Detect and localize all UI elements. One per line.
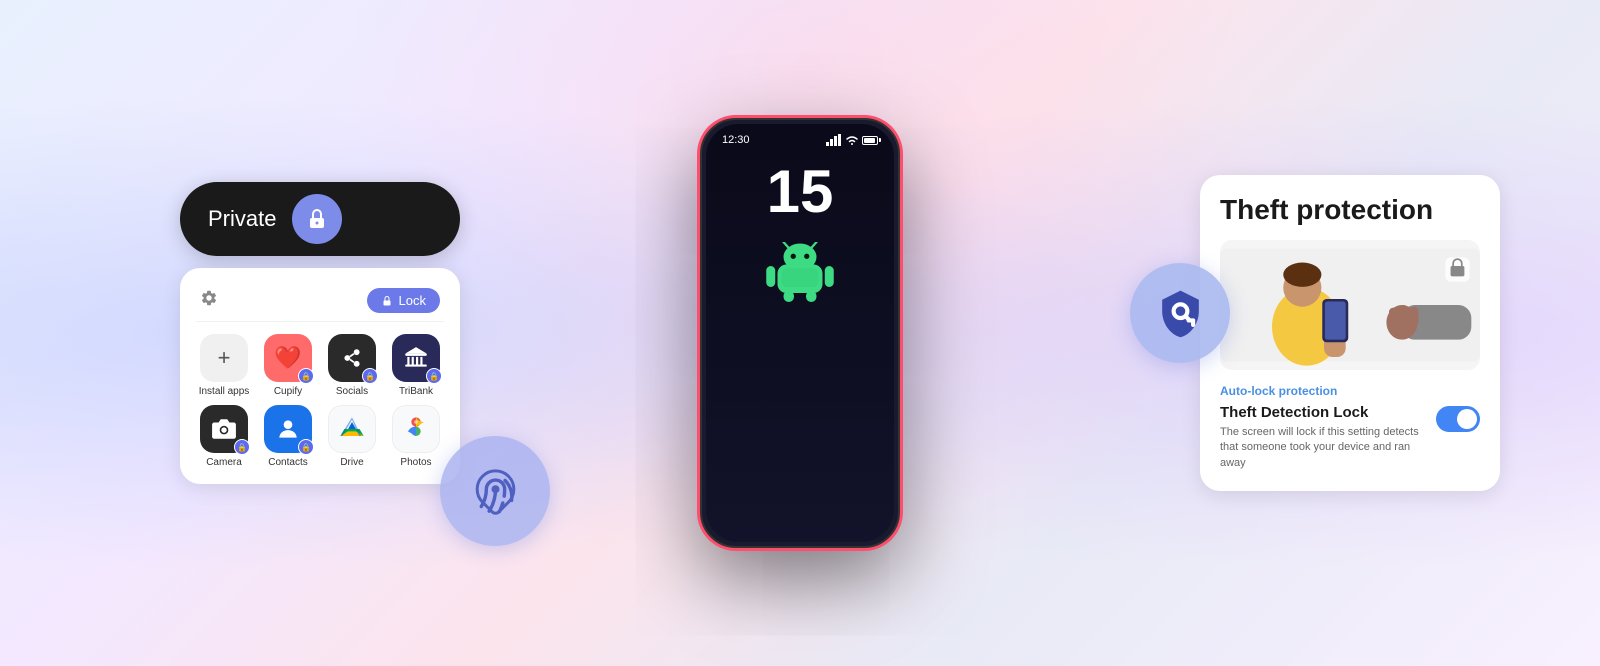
app-item-socials[interactable]: 🔒 Socials bbox=[324, 334, 380, 397]
app-item-contacts[interactable]: 🔒 Contacts bbox=[260, 405, 316, 468]
apps-grid-container: Lock + Install apps ❤️ 🔒 Cupify bbox=[180, 268, 460, 484]
lock-icon bbox=[305, 207, 329, 231]
private-label: Private bbox=[208, 206, 276, 232]
app-name-camera: Camera bbox=[206, 457, 242, 468]
status-icons bbox=[826, 134, 878, 146]
auto-lock-label: Auto-lock protection bbox=[1220, 384, 1480, 398]
app-item-drive[interactable]: Drive bbox=[324, 405, 380, 468]
app-item-cupify[interactable]: ❤️ 🔒 Cupify bbox=[260, 334, 316, 397]
tribank-privacy-badge: 🔒 bbox=[426, 368, 442, 384]
shield-key-icon bbox=[1153, 286, 1208, 341]
contacts-icon: 🔒 bbox=[264, 405, 312, 453]
tribank-app-icon bbox=[403, 345, 429, 371]
app-name-cupify: Cupify bbox=[274, 386, 302, 397]
battery-icon bbox=[862, 136, 878, 145]
socials-icon: 🔒 bbox=[328, 334, 376, 382]
lock-small-button[interactable]: Lock bbox=[367, 288, 440, 313]
status-bar: 12:30 bbox=[706, 124, 894, 152]
lock-button[interactable] bbox=[292, 194, 342, 244]
socials-app-icon bbox=[338, 344, 366, 372]
android-logo bbox=[760, 242, 840, 302]
camera-app-icon bbox=[211, 416, 237, 442]
toggle-checkmark: ✓ bbox=[1465, 412, 1474, 425]
theft-detection-info: Theft Detection Lock The screen will loc… bbox=[1220, 404, 1430, 471]
main-scene: 12:30 bbox=[0, 0, 1600, 666]
contacts-app-icon bbox=[275, 416, 301, 442]
shield-bubble bbox=[1130, 263, 1230, 363]
app-name-tribank: TriBank bbox=[399, 386, 433, 397]
android-phone: 12:30 bbox=[700, 118, 900, 548]
tribank-icon: 🔒 bbox=[392, 334, 440, 382]
theft-detection-desc: The screen will lock if this setting det… bbox=[1220, 425, 1430, 471]
app-item-photos[interactable]: Photos bbox=[388, 405, 444, 468]
private-toggle[interactable]: Private bbox=[180, 182, 460, 256]
theft-illustration bbox=[1220, 240, 1480, 370]
install-apps-icon: + bbox=[200, 334, 248, 382]
theft-detection-title: Theft Detection Lock bbox=[1220, 404, 1430, 421]
app-item-tribank[interactable]: 🔒 TriBank bbox=[388, 334, 444, 397]
camera-icon: 🔒 bbox=[200, 405, 248, 453]
phone-screen: 12:30 bbox=[706, 124, 894, 542]
photos-icon bbox=[392, 405, 440, 453]
wifi-icon bbox=[845, 134, 859, 146]
theft-title: Theft protection bbox=[1220, 195, 1480, 226]
apps-grid: + Install apps ❤️ 🔒 Cupify bbox=[196, 334, 444, 468]
gear-icon[interactable] bbox=[200, 289, 218, 312]
theft-card: Theft protection bbox=[1200, 175, 1500, 491]
theft-detection-toggle[interactable]: ✓ bbox=[1436, 406, 1480, 432]
fingerprint-bubble bbox=[440, 436, 550, 546]
fingerprint-icon bbox=[468, 464, 523, 519]
lock-small-icon bbox=[381, 295, 393, 307]
app-item-camera[interactable]: 🔒 Camera bbox=[196, 405, 252, 468]
cupify-icon: ❤️ 🔒 bbox=[264, 334, 312, 382]
theft-protection-panel: Theft protection bbox=[1200, 175, 1500, 491]
apps-grid-header: Lock bbox=[196, 284, 444, 322]
phone-time: 12:30 bbox=[722, 134, 750, 146]
settings-gear-icon bbox=[200, 289, 218, 307]
app-name-socials: Socials bbox=[336, 386, 368, 397]
contacts-privacy-badge: 🔒 bbox=[298, 439, 314, 455]
socials-privacy-badge: 🔒 bbox=[362, 368, 378, 384]
phone-date: 15 bbox=[767, 162, 834, 222]
drive-app-icon bbox=[338, 415, 366, 443]
app-name-install: Install apps bbox=[199, 386, 250, 397]
phone-notch bbox=[780, 132, 796, 148]
cupify-privacy-badge: 🔒 bbox=[298, 368, 314, 384]
camera-privacy-badge: 🔒 bbox=[234, 439, 250, 455]
app-name-photos: Photos bbox=[400, 457, 431, 468]
theft-scene-svg bbox=[1220, 240, 1480, 370]
lock-label: Lock bbox=[399, 293, 426, 308]
app-name-drive: Drive bbox=[340, 457, 363, 468]
photos-app-icon bbox=[402, 415, 430, 443]
theft-detection-row: Theft Detection Lock The screen will loc… bbox=[1220, 404, 1480, 471]
private-space-panel: Private bbox=[180, 182, 460, 484]
app-item-install[interactable]: + Install apps bbox=[196, 334, 252, 397]
drive-icon bbox=[328, 405, 376, 453]
signal-icon bbox=[826, 134, 842, 146]
app-name-contacts: Contacts bbox=[268, 457, 307, 468]
